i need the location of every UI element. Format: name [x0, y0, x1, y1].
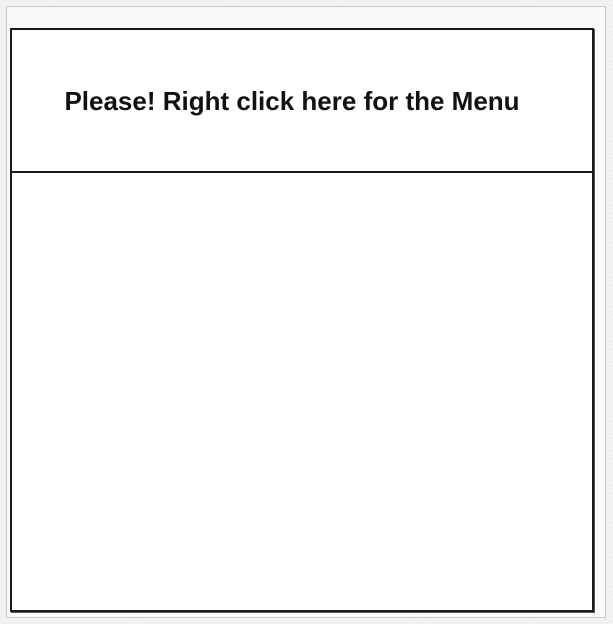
instruction-label: Please! Right click here for the Menu [64, 85, 520, 116]
empty-content-area[interactable] [12, 173, 592, 610]
client-area: Please! Right click here for the Menu [10, 28, 594, 612]
application-window: Please! Right click here for the Menu [0, 0, 613, 624]
context-menu-target[interactable]: Please! Right click here for the Menu [12, 30, 592, 173]
